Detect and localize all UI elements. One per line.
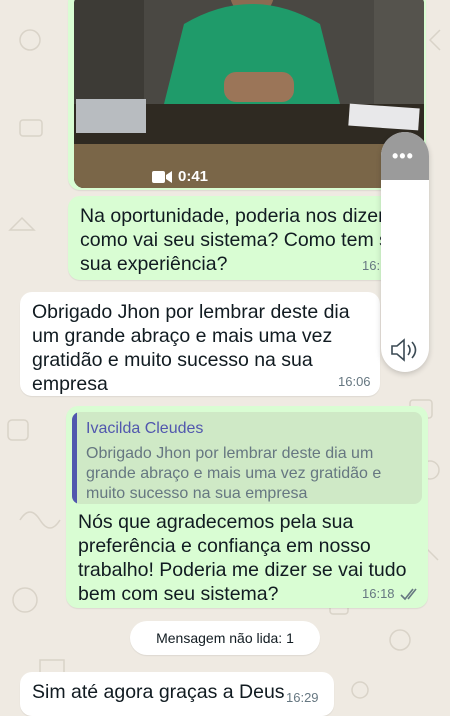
double-check-icon [400, 588, 417, 601]
unread-messages-divider: Mensagem não lida: 1 [130, 621, 320, 655]
incoming-message-bubble[interactable]: Sim até agora graças a Deus 16:29 [20, 672, 334, 716]
video-duration-row: 0:41 [152, 168, 208, 185]
video-thumbnail[interactable] [74, 0, 424, 188]
video-thumbnail-image [74, 0, 424, 188]
video-camera-icon [152, 170, 172, 183]
speaker-icon[interactable] [389, 337, 421, 363]
video-duration: 0:41 [178, 168, 209, 185]
quote-author: Ivacilda Cleudes [86, 420, 204, 437]
message-time: 16: [362, 258, 381, 273]
floating-audio-control[interactable]: ••• [381, 132, 429, 372]
message-text: Obrigado Jhon por lembrar deste dia um g… [32, 301, 350, 395]
quote-accent-bar [72, 412, 77, 504]
more-dots-icon: ••• [392, 146, 414, 166]
message-text: Sim até agora graças a Deus [32, 681, 285, 703]
message-text: Nós que agradecemos pela sua preferência… [78, 511, 407, 605]
incoming-message-bubble[interactable]: Obrigado Jhon por lembrar deste dia um g… [20, 292, 380, 396]
message-time: 16:06 [338, 374, 371, 389]
quoted-message[interactable]: Ivacilda Cleudes Obrigado Jhon por lembr… [72, 412, 422, 504]
quote-text: Obrigado Jhon por lembrar deste dia um g… [86, 445, 382, 502]
message-time: 16:18 [362, 586, 395, 601]
outgoing-message-bubble[interactable]: Na oportunidade, poderia nos dizer como … [68, 196, 426, 280]
message-time: 16:29 [286, 690, 319, 705]
